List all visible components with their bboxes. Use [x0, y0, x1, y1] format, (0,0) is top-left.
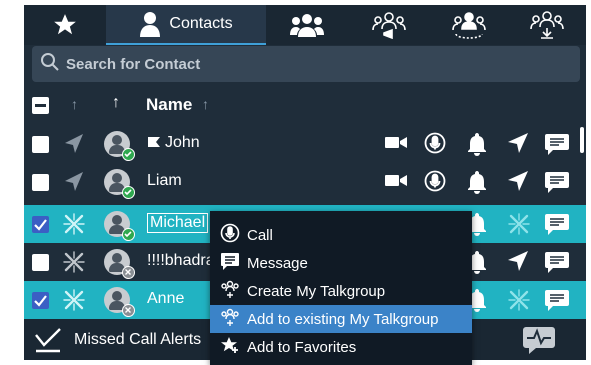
- search-bar: [32, 46, 580, 82]
- search-icon: [40, 52, 60, 77]
- navigate-icon[interactable]: [507, 288, 531, 317]
- contact-name: Liam: [147, 172, 182, 189]
- contact-row[interactable]: John: [24, 125, 586, 163]
- navigate-icon[interactable]: [507, 170, 529, 197]
- list-header: ↑ ↑ Name ↑: [24, 89, 586, 121]
- contact-checkbox[interactable]: [32, 174, 49, 191]
- contact-checkbox[interactable]: [32, 216, 49, 233]
- tab-contacts[interactable]: Contacts: [106, 5, 266, 45]
- tab-talkgroup-download[interactable]: [508, 5, 586, 45]
- contact-checkbox[interactable]: [32, 254, 49, 271]
- message-icon[interactable]: [544, 250, 570, 279]
- location-unavailable-icon: [62, 212, 86, 241]
- avatar: [104, 131, 135, 161]
- context-add-favorites-label: Add to Favorites: [247, 338, 357, 356]
- contact-checkbox[interactable]: [32, 292, 49, 309]
- mic-circle-icon: [220, 223, 240, 247]
- avatar: [104, 169, 135, 199]
- context-message-item[interactable]: Message: [210, 249, 472, 277]
- message-icon[interactable]: [544, 132, 570, 161]
- alert-bell-icon[interactable]: [466, 170, 488, 199]
- person-icon: [139, 11, 161, 37]
- mic-icon[interactable]: [424, 170, 446, 197]
- talkgroup-download-icon: [530, 11, 564, 39]
- mic-icon[interactable]: [424, 132, 446, 159]
- context-add-favorites-item[interactable]: Add to Favorites: [210, 333, 472, 361]
- offline-status-icon: [122, 266, 135, 279]
- tab-talkgroup-people[interactable]: [430, 5, 508, 45]
- location-unavailable-icon: [62, 288, 86, 317]
- missed-call-alerts-label[interactable]: Missed Call Alerts: [74, 331, 201, 349]
- contact-name: !!!!bhadra: [147, 252, 215, 269]
- contact-row[interactable]: Liam: [24, 163, 586, 201]
- avatar: [104, 211, 135, 241]
- navigate-icon[interactable]: [507, 212, 531, 241]
- search-input[interactable]: [66, 55, 546, 73]
- name-column-header[interactable]: Name: [146, 95, 192, 115]
- context-call-item[interactable]: Call: [210, 221, 472, 249]
- location-arrow-icon: [62, 132, 86, 161]
- sort-up-arrow-icon[interactable]: ↑: [71, 96, 78, 112]
- online-status-icon: [122, 228, 135, 241]
- message-icon[interactable]: [544, 288, 570, 317]
- online-status-icon: [122, 186, 135, 199]
- add-talkgroup-icon: [220, 307, 240, 331]
- tab-groups[interactable]: [266, 5, 348, 45]
- contact-name: Michael: [147, 213, 209, 233]
- missed-call-check-icon[interactable]: [34, 327, 62, 358]
- location-unavailable-icon: [62, 250, 86, 279]
- context-call-label: Call: [247, 226, 273, 244]
- scrollbar-thumb[interactable]: [580, 127, 584, 153]
- avatar: [104, 287, 135, 317]
- context-add-existing-talkgroup-item[interactable]: Add to existing My Talkgroup: [210, 305, 472, 333]
- contact-name: Anne: [147, 290, 185, 307]
- contact-context-menu: Call Message Create My Talkgroup Add to …: [210, 211, 472, 365]
- talkgroup-people-icon: [452, 11, 486, 39]
- contact-checkbox[interactable]: [32, 136, 49, 153]
- tab-talkgroup-broadcast[interactable]: [348, 5, 430, 45]
- message-icon: [220, 251, 240, 275]
- video-call-icon[interactable]: [384, 132, 408, 157]
- create-talkgroup-icon: [220, 279, 240, 303]
- location-arrow-icon: [62, 170, 86, 199]
- star-icon: [52, 12, 78, 38]
- tab-favorites[interactable]: [24, 5, 106, 45]
- tab-bar: Contacts: [24, 5, 586, 45]
- context-message-label: Message: [247, 254, 308, 272]
- alert-bell-icon[interactable]: [466, 132, 488, 161]
- context-create-talkgroup-label: Create My Talkgroup: [247, 282, 386, 300]
- sort-status-arrow-icon[interactable]: ↑: [112, 94, 120, 112]
- tab-contacts-label: Contacts: [169, 15, 233, 32]
- avatar: [104, 249, 135, 279]
- online-status-icon: [122, 148, 135, 161]
- flag-icon: [147, 136, 161, 155]
- talkgroup-broadcast-icon: [372, 11, 406, 39]
- navigate-icon[interactable]: [507, 250, 529, 277]
- group-icon: [290, 13, 324, 37]
- context-create-talkgroup-item[interactable]: Create My Talkgroup: [210, 277, 472, 305]
- video-call-icon[interactable]: [384, 170, 408, 195]
- star-plus-icon: [220, 335, 240, 359]
- navigate-icon[interactable]: [507, 132, 529, 159]
- offline-status-icon: [122, 304, 135, 317]
- activity-monitor-icon[interactable]: [522, 325, 556, 360]
- select-all-checkbox[interactable]: [32, 97, 49, 114]
- message-icon[interactable]: [544, 212, 570, 241]
- contact-name: John: [165, 134, 200, 151]
- name-sort-arrow-icon[interactable]: ↑: [202, 96, 209, 112]
- message-icon[interactable]: [544, 170, 570, 199]
- context-add-existing-talkgroup-label: Add to existing My Talkgroup: [247, 310, 439, 328]
